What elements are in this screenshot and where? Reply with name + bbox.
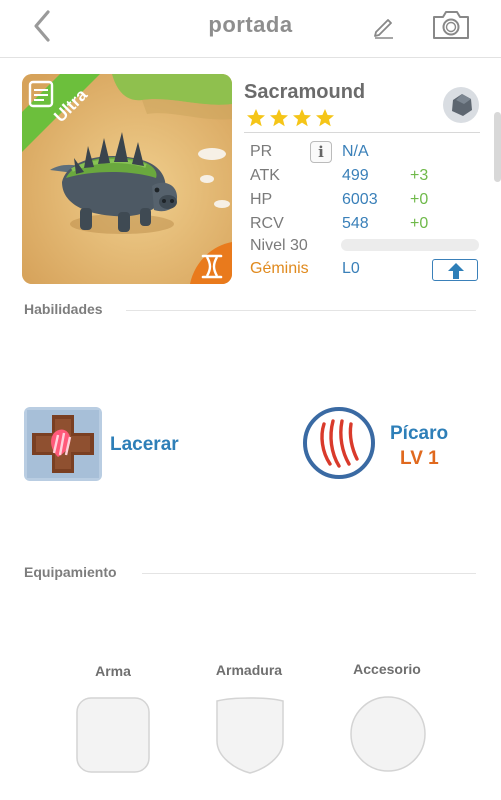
stat-bonus: +3 xyxy=(410,167,429,184)
abilities-title: Habilidades xyxy=(24,301,103,317)
stat-label: ATK xyxy=(250,167,280,184)
slot-label-weapon: Arma xyxy=(95,663,131,679)
section-divider xyxy=(126,310,476,311)
star-icon xyxy=(247,109,265,127)
star-icon xyxy=(270,109,288,127)
claw-marks-icon xyxy=(303,407,375,479)
arrow-up-icon xyxy=(448,263,464,279)
level-progress-bar xyxy=(341,239,479,251)
slot-label-accessory: Accesorio xyxy=(353,661,421,677)
section-divider xyxy=(142,573,476,574)
info-icon: i xyxy=(318,143,324,161)
divider xyxy=(244,132,480,133)
trait-name[interactable]: Pícaro xyxy=(390,423,448,445)
edit-button[interactable] xyxy=(370,12,398,40)
rarity-stars xyxy=(246,108,335,128)
stat-bonus: +0 xyxy=(410,191,429,208)
weapon-slot[interactable] xyxy=(76,697,150,778)
stat-label: PR xyxy=(250,143,273,160)
slot-label-armor: Armadura xyxy=(215,662,283,678)
accessory-slot[interactable] xyxy=(349,695,427,778)
camera-button[interactable] xyxy=(430,7,472,43)
armor-slot[interactable] xyxy=(213,695,287,780)
sign-label[interactable]: Géminis xyxy=(250,260,309,278)
top-bar: portada xyxy=(0,0,501,58)
element-badge xyxy=(442,86,480,124)
page-title: portada xyxy=(208,12,293,37)
creature-name: Sacramound xyxy=(244,81,366,103)
stat-value: 548 xyxy=(342,215,369,232)
sign-level: L0 xyxy=(342,260,360,277)
skill-name[interactable]: Lacerar xyxy=(110,434,179,456)
rock-element-icon xyxy=(443,87,479,123)
star-icon xyxy=(316,109,334,127)
stat-value: N/A xyxy=(342,143,369,160)
trait-button[interactable] xyxy=(302,406,376,480)
lacerate-skill-icon xyxy=(24,407,102,481)
stat-value: 499 xyxy=(342,167,369,184)
weapon-slot-icon xyxy=(76,697,150,773)
upgrade-button[interactable] xyxy=(432,259,478,281)
skill-button[interactable] xyxy=(24,407,102,481)
equipment-title: Equipamiento xyxy=(24,564,117,580)
stat-value: 6003 xyxy=(342,191,378,208)
camera-icon xyxy=(433,11,469,39)
trait-level: LV 1 xyxy=(400,448,439,469)
star-icon xyxy=(293,109,311,127)
stat-label: RCV xyxy=(250,215,284,232)
stat-label: HP xyxy=(250,191,273,208)
pencil-icon xyxy=(374,19,393,39)
accessory-slot-icon xyxy=(350,696,426,772)
armor-slot-icon xyxy=(216,697,284,774)
info-button[interactable]: i xyxy=(310,141,332,163)
scroll-indicator[interactable] xyxy=(494,112,501,182)
creature-artwork xyxy=(22,74,232,284)
creature-card[interactable]: Ultra xyxy=(22,74,232,284)
level-label: Nivel 30 xyxy=(250,237,308,254)
stat-bonus: +0 xyxy=(410,215,429,232)
